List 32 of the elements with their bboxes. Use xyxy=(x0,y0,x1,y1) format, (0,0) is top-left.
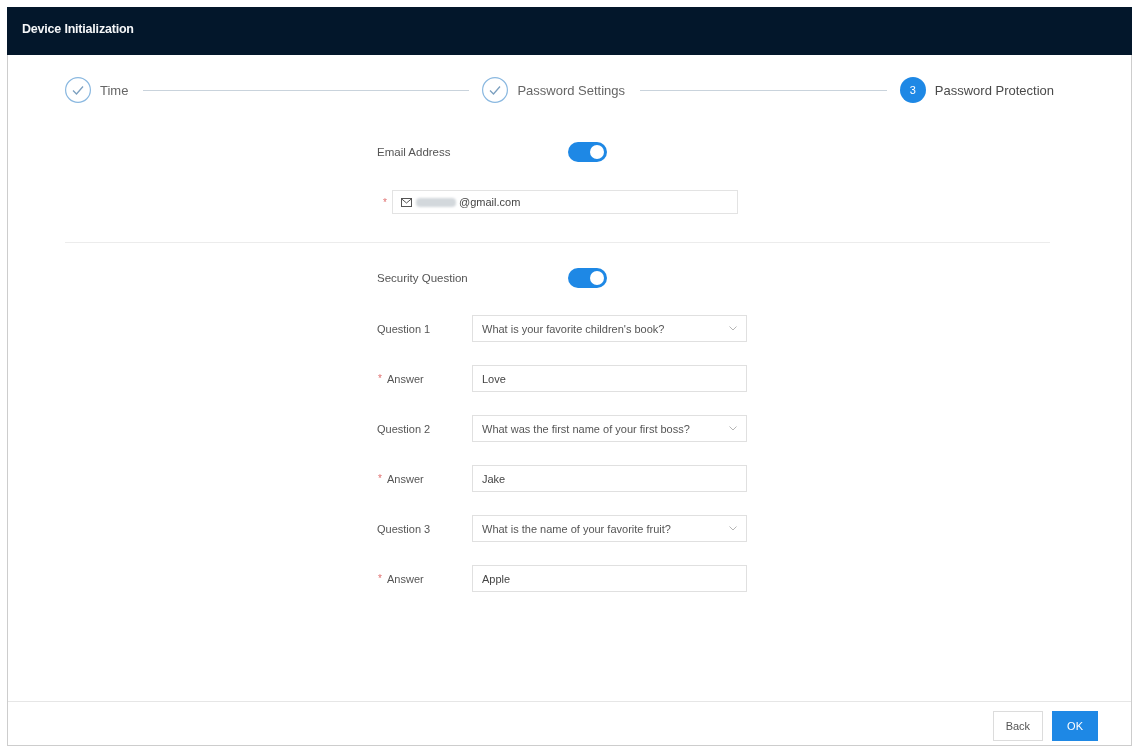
step-label: Time xyxy=(100,82,129,98)
step-label: Password Protection xyxy=(934,82,1054,98)
ok-button[interactable]: OK xyxy=(1052,711,1098,741)
field-label: Answer xyxy=(387,572,424,585)
toggle-switch[interactable] xyxy=(568,142,607,162)
required-mark: * xyxy=(383,196,388,208)
question-select[interactable]: What is the name of your favorite fruit? xyxy=(472,515,747,542)
answer-field[interactable]: Jake xyxy=(472,465,747,492)
question-select[interactable]: What is your favorite children's book? xyxy=(472,315,747,342)
field-label: Email Address xyxy=(377,146,452,158)
field-label: Question 1 xyxy=(377,322,432,335)
field-label: Answer xyxy=(387,372,424,385)
back-button[interactable]: Back xyxy=(992,711,1044,741)
envelope-icon xyxy=(401,197,412,207)
window-title: Device Initialization xyxy=(22,22,134,36)
answer-field[interactable]: Love xyxy=(472,365,747,392)
step-label: Password Settings xyxy=(517,82,626,98)
chevron-down-icon xyxy=(729,326,737,331)
chevron-down-icon xyxy=(729,426,737,431)
chevron-down-icon xyxy=(729,526,737,531)
required-mark: * xyxy=(378,573,383,584)
step-number: 3 xyxy=(899,77,926,103)
field-label: Question 3 xyxy=(377,522,432,535)
field-label: Security Question xyxy=(377,272,469,284)
answer-field[interactable]: Apple xyxy=(472,565,747,592)
toggle-switch[interactable] xyxy=(568,268,607,288)
required-mark: * xyxy=(378,473,383,484)
field-label: Answer xyxy=(387,472,424,485)
question-select[interactable]: What was the first name of your first boss? xyxy=(472,415,747,442)
required-mark: * xyxy=(378,373,383,384)
email-field[interactable]: @gmail.com xyxy=(392,190,738,214)
field-label: Question 2 xyxy=(377,422,432,435)
